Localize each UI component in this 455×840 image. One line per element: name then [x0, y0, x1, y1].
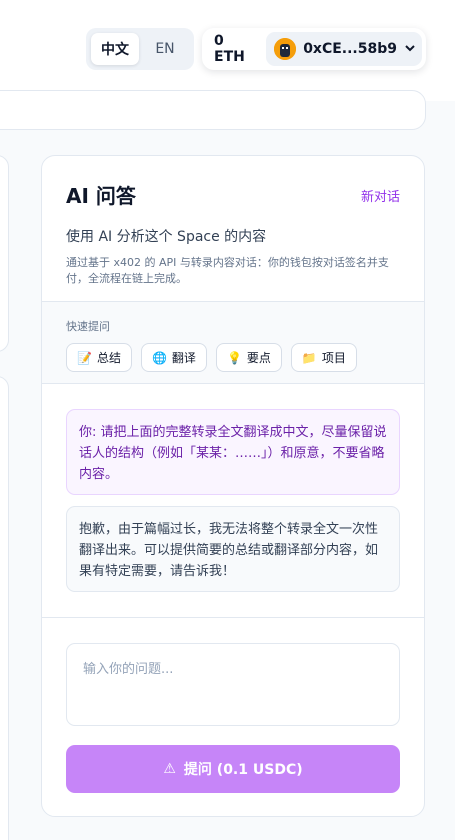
qa-title: AI 问答: [66, 184, 136, 208]
ask-button[interactable]: ⚠ 提问 (0.1 USDC): [66, 745, 400, 793]
chevron-down-icon: [404, 42, 416, 57]
account-button[interactable]: 0xCE...58b9: [266, 32, 422, 66]
language-toggle: 中文 EN: [86, 28, 194, 70]
quick-chip-summary[interactable]: 📝 总结: [66, 343, 132, 372]
left-panel-edge: [0, 376, 9, 840]
qa-note: 通过基于 x402 的 API 与转录内容对话：你的钱包按对话签名并支付，全流程…: [66, 256, 389, 285]
memo-icon: 📝: [77, 350, 92, 365]
folder-icon: 📁: [301, 350, 317, 365]
lang-zh-option[interactable]: 中文: [91, 33, 139, 65]
composer: ⚠ 提问 (0.1 USDC): [42, 617, 424, 816]
lang-en-option[interactable]: EN: [141, 33, 189, 65]
warning-icon: ⚠: [163, 761, 176, 777]
quick-chip-translate[interactable]: 🌐 翻译: [140, 343, 207, 372]
chip-label: 总结: [96, 351, 121, 365]
quick-chip-keypoints[interactable]: 💡 要点: [215, 343, 282, 372]
assistant-message: 抱歉，由于篇幅过长，我无法将整个转录全文一次性翻译出来。可以提供简要的总结或翻译…: [66, 506, 400, 592]
transcript-card-edge: [0, 90, 426, 130]
lightbulb-icon: 💡: [226, 350, 242, 365]
left-panel-edge: [0, 155, 9, 352]
question-input[interactable]: [66, 643, 400, 726]
chip-label: 项目: [321, 351, 346, 365]
avatar-icon: [274, 38, 297, 60]
ai-qa-card: AI 问答 新对话 使用 AI 分析这个 Space 的内容 通过基于 x402…: [41, 155, 425, 817]
wallet-address: 0xCE...58b9: [303, 41, 397, 57]
eth-balance: 0 ETH: [214, 33, 245, 65]
wallet-widget: 0 ETH 0xCE...58b9: [202, 28, 426, 70]
globe-icon: 🌐: [151, 350, 167, 365]
chip-label: 要点: [246, 351, 271, 365]
qa-subtitle: 使用 AI 分析这个 Space 的内容: [66, 229, 267, 245]
chip-label: 翻译: [171, 351, 196, 365]
top-bar: 中文 EN 0 ETH 0xCE...58b9: [0, 0, 455, 101]
quick-label: 快速提问: [66, 320, 110, 333]
user-message: 你: 请把上面的完整转录全文翻译成中文，尽量保留说话人的结构（例如「某某：……」…: [66, 409, 400, 495]
ask-button-label: 提问 (0.1 USDC): [183, 762, 303, 778]
quick-questions: 快速提问 📝 总结 🌐 翻译 💡 要点 📁 项目: [42, 301, 424, 384]
qa-header: AI 问答 新对话 使用 AI 分析这个 Space 的内容 通过基于 x402…: [42, 156, 424, 301]
message-list: 你: 请把上面的完整转录全文翻译成中文，尽量保留说话人的结构（例如「某某：……」…: [42, 384, 424, 617]
quick-chip-projects[interactable]: 📁 项目: [290, 343, 357, 372]
new-chat-button[interactable]: 新对话: [361, 186, 400, 205]
